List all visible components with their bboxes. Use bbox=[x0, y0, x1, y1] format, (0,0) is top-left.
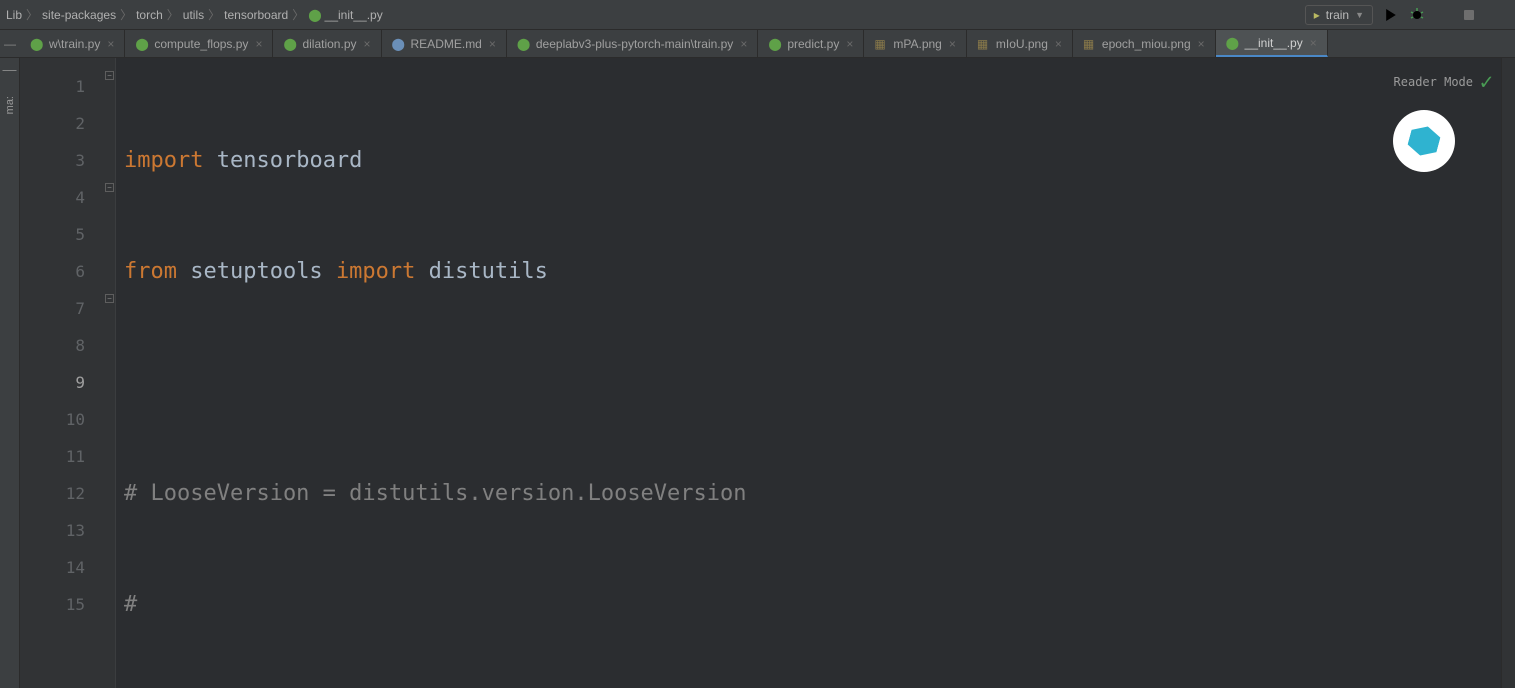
line-number[interactable]: 3 bbox=[20, 142, 115, 179]
line-number[interactable]: 2 bbox=[20, 105, 115, 142]
line-number[interactable]: 13 bbox=[20, 512, 115, 549]
fold-marker[interactable]: − bbox=[105, 183, 114, 192]
editor-tab[interactable]: ▦ epoch_miou.png × bbox=[1073, 30, 1216, 57]
python-file-icon: ⬤ bbox=[768, 37, 782, 51]
chevron-down-icon: ▼ bbox=[1355, 10, 1364, 20]
line-number[interactable]: 8 bbox=[20, 327, 115, 364]
image-file-icon: ▦ bbox=[977, 37, 991, 51]
debug-button[interactable] bbox=[1409, 7, 1425, 23]
fold-marker[interactable]: − bbox=[105, 294, 114, 303]
fold-marker[interactable]: − bbox=[105, 71, 114, 80]
breadcrumb-file[interactable]: ⬤__init__.py bbox=[308, 8, 382, 22]
close-tab-icon[interactable]: × bbox=[846, 37, 853, 51]
code-editor[interactable]: − − − 123456789101112131415 import tenso… bbox=[20, 58, 1515, 688]
tab-label: epoch_miou.png bbox=[1102, 37, 1191, 51]
run-config-selector[interactable]: ▸ train ▼ bbox=[1305, 5, 1373, 25]
chevron-right-icon: 〉 bbox=[208, 6, 220, 23]
reader-mode-label[interactable]: Reader Mode bbox=[1394, 64, 1473, 101]
close-tab-icon[interactable]: × bbox=[1055, 37, 1062, 51]
floating-assistant-icon[interactable] bbox=[1393, 110, 1455, 172]
close-tab-icon[interactable]: × bbox=[255, 37, 262, 51]
breadcrumb-item[interactable]: Lib bbox=[6, 8, 22, 22]
chevron-right-icon: 〉 bbox=[26, 6, 38, 23]
editor-tab[interactable]: ⬤ predict.py × bbox=[758, 30, 864, 57]
toolbar-right: ▸ train ▼ bbox=[1305, 5, 1509, 25]
tab-label: predict.py bbox=[787, 37, 839, 51]
breadcrumb-item[interactable]: site-packages bbox=[42, 8, 116, 22]
breadcrumb-item[interactable]: tensorboard bbox=[224, 8, 288, 22]
line-number[interactable]: 11 bbox=[20, 438, 115, 475]
run-button[interactable] bbox=[1383, 7, 1399, 23]
breadcrumb-item[interactable]: torch bbox=[136, 8, 163, 22]
python-file-icon: ⬤ bbox=[1226, 36, 1240, 50]
image-file-icon: ▦ bbox=[1083, 37, 1097, 51]
editor-tab[interactable]: ⬤ compute_flops.py × bbox=[125, 30, 273, 57]
close-tab-icon[interactable]: × bbox=[1198, 37, 1205, 51]
python-file-icon: ⬤ bbox=[517, 37, 531, 51]
editor-tab[interactable]: ▦ mIoU.png × bbox=[967, 30, 1073, 57]
python-file-icon: ⬤ bbox=[135, 37, 149, 51]
inspection-ok-icon[interactable]: ✓ bbox=[1480, 64, 1493, 101]
editor-tab[interactable]: ⬤ deeplabv3-plus-pytorch-main\train.py × bbox=[507, 30, 758, 57]
tab-label: mPA.png bbox=[893, 37, 941, 51]
breadcrumb-item[interactable]: utils bbox=[183, 8, 204, 22]
line-number[interactable]: 6 bbox=[20, 253, 115, 290]
code-area[interactable]: import tensorboard from setuptools impor… bbox=[116, 58, 1501, 688]
editor-tab[interactable]: ⬤ README.md × bbox=[382, 30, 507, 57]
rerun-button[interactable] bbox=[1435, 7, 1451, 23]
line-number[interactable]: 9 bbox=[20, 364, 115, 401]
run-config-label: train bbox=[1326, 8, 1349, 22]
line-number[interactable]: 12 bbox=[20, 475, 115, 512]
line-number[interactable]: 7 bbox=[20, 290, 115, 327]
python-icon: ▸ bbox=[1314, 8, 1320, 22]
tab-label: README.md bbox=[411, 37, 482, 51]
line-number[interactable]: 4 bbox=[20, 179, 115, 216]
line-number[interactable]: 1 bbox=[20, 68, 115, 105]
left-tool-strip: — ma: bbox=[0, 58, 20, 688]
editor-tab[interactable]: ⬤ w\train.py × bbox=[20, 30, 125, 57]
tab-label: dilation.py bbox=[302, 37, 356, 51]
line-number[interactable]: 5 bbox=[20, 216, 115, 253]
python-file-icon: ⬤ bbox=[30, 37, 44, 51]
line-number[interactable]: 10 bbox=[20, 401, 115, 438]
search-button[interactable] bbox=[1487, 7, 1503, 23]
editor-tab[interactable]: ⬤ dilation.py × bbox=[273, 30, 381, 57]
python-file-icon: ⬤ bbox=[308, 8, 321, 22]
error-stripe[interactable] bbox=[1501, 58, 1515, 688]
tab-label: __init__.py bbox=[1245, 36, 1303, 50]
close-tab-icon[interactable]: × bbox=[107, 37, 114, 51]
stop-button[interactable] bbox=[1461, 7, 1477, 23]
line-number[interactable]: 15 bbox=[20, 586, 115, 623]
breadcrumbs: Lib 〉 site-packages 〉 torch 〉 utils 〉 tensor… bbox=[6, 6, 1305, 23]
image-file-icon: ▦ bbox=[874, 37, 888, 51]
tabs-collapse-icon[interactable]: — bbox=[0, 30, 20, 57]
close-tab-icon[interactable]: × bbox=[489, 37, 496, 51]
navigation-bar: Lib 〉 site-packages 〉 torch 〉 utils 〉 tensor… bbox=[0, 0, 1515, 30]
hide-tool-icon[interactable]: — bbox=[3, 62, 17, 76]
tab-label: mIoU.png bbox=[996, 37, 1048, 51]
line-number[interactable]: 14 bbox=[20, 549, 115, 586]
close-tab-icon[interactable]: × bbox=[949, 37, 956, 51]
tab-label: deeplabv3-plus-pytorch-main\train.py bbox=[536, 37, 733, 51]
close-tab-icon[interactable]: × bbox=[364, 37, 371, 51]
editor-tab[interactable]: ▦ mPA.png × bbox=[864, 30, 966, 57]
tab-label: compute_flops.py bbox=[154, 37, 248, 51]
left-tool-label[interactable]: ma: bbox=[4, 96, 16, 114]
editor-tab[interactable]: ⬤ __init__.py × bbox=[1216, 30, 1328, 57]
editor-tabs: — ⬤ w\train.py × ⬤ compute_flops.py × ⬤ dilatio… bbox=[0, 30, 1515, 58]
markdown-file-icon: ⬤ bbox=[392, 37, 406, 51]
tab-label: w\train.py bbox=[49, 37, 100, 51]
python-file-icon: ⬤ bbox=[283, 37, 297, 51]
close-tab-icon[interactable]: × bbox=[740, 37, 747, 51]
chevron-right-icon: 〉 bbox=[292, 6, 304, 23]
chevron-right-icon: 〉 bbox=[120, 6, 132, 23]
close-tab-icon[interactable]: × bbox=[1310, 36, 1317, 50]
chevron-right-icon: 〉 bbox=[167, 6, 179, 23]
gutter: − − − 123456789101112131415 bbox=[20, 58, 116, 688]
